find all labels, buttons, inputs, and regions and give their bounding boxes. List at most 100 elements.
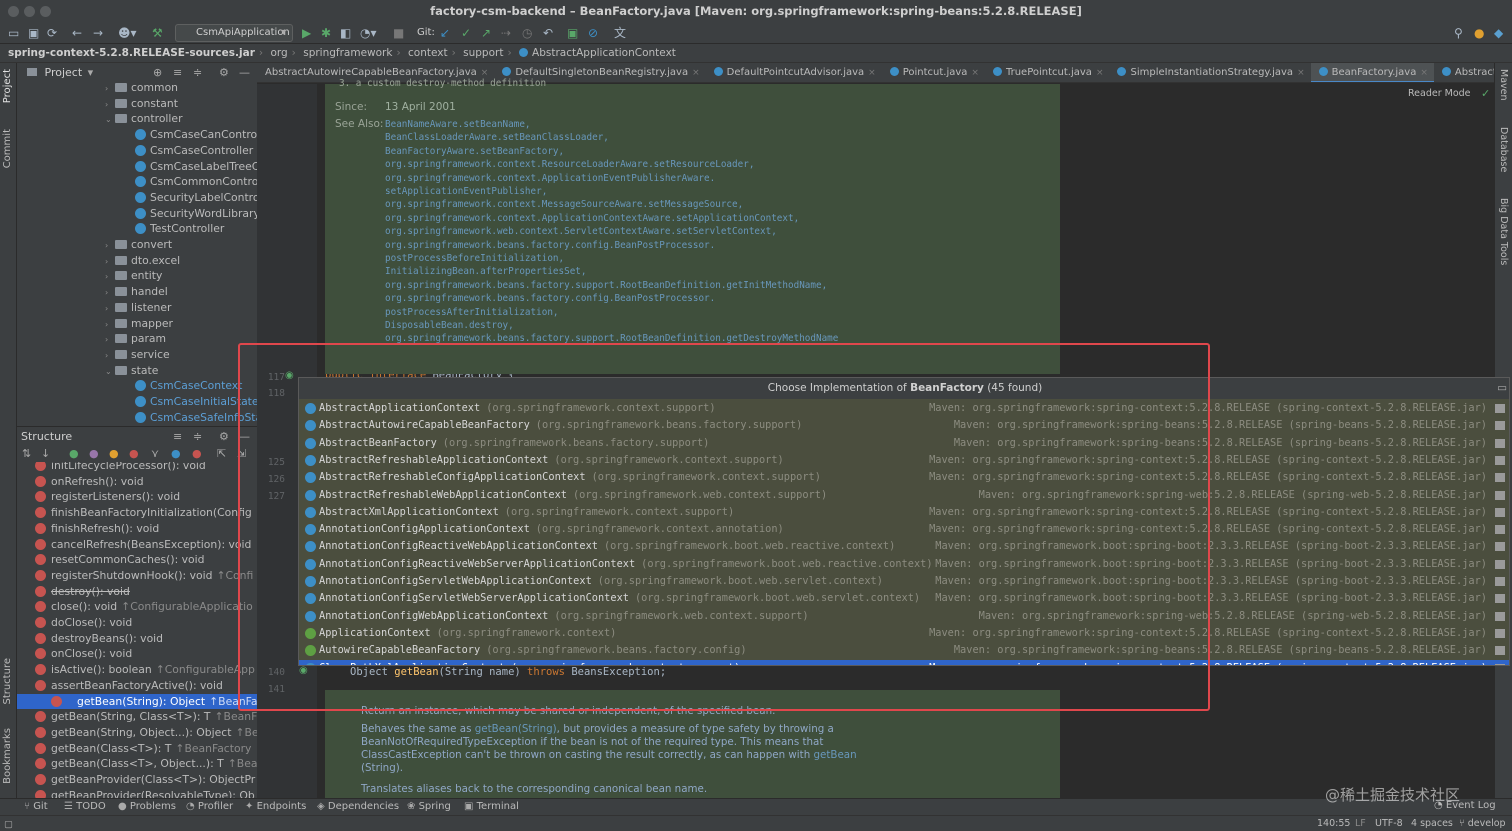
editor-tab[interactable]: AbstractApplicationContext.java× <box>1434 63 1494 82</box>
javadoc-see-also-link[interactable]: org.springframework.beans.factory.config… <box>385 240 715 251</box>
structure-item[interactable]: getBean(String, Object...): Object ↑Be <box>35 725 257 741</box>
project-tree-item[interactable]: ⌄ state <box>105 363 158 379</box>
structure-item[interactable]: registerShutdownHook(): void ↑Confi <box>35 568 253 584</box>
maven-tool-tab[interactable]: Maven <box>1498 69 1509 101</box>
git-commit-icon[interactable]: ✓ <box>461 26 471 40</box>
minimize-window-icon[interactable] <box>24 6 35 17</box>
project-panel-title[interactable]: Project <box>45 66 83 79</box>
caret-position[interactable]: 140:55 <box>1317 816 1350 831</box>
project-tree-item[interactable]: › common <box>105 83 178 96</box>
structure-item[interactable]: getBeanProvider(Class<T>): ObjectPr <box>35 772 255 788</box>
indent-setting[interactable]: 4 spaces <box>1411 816 1453 831</box>
chevron-right-icon[interactable]: › <box>105 254 115 270</box>
collapse-all-icon[interactable]: ≑ <box>193 63 202 83</box>
no-entry-icon[interactable]: ⊘ <box>588 26 598 40</box>
structure-item[interactable]: getBean(Class<T>, Object...): T ↑Bea <box>35 756 257 772</box>
coverage-icon[interactable]: ◧ <box>340 26 351 40</box>
javadoc-see-also-link[interactable]: BeanClassLoaderAware.setBeanClassLoader, <box>385 132 609 143</box>
filter-icon[interactable]: ⋎ <box>151 447 159 460</box>
structure-item[interactable]: getBean(String): Object↑BeanFactor <box>17 693 257 710</box>
bottom-tool-todo[interactable]: ☰ TODO <box>64 799 106 815</box>
user-icon[interactable]: ☻▾ <box>118 26 137 40</box>
chevron-right-icon[interactable]: › <box>105 269 115 285</box>
back-icon[interactable]: ← <box>72 26 82 40</box>
expand-all-icon[interactable]: ≡ <box>173 63 182 83</box>
project-tree-item[interactable]: › listener <box>105 300 171 316</box>
bottom-tool-terminal[interactable]: ▣ Terminal <box>464 799 519 815</box>
structure-item[interactable]: onRefresh(): void <box>35 474 144 490</box>
project-tree-item[interactable]: CsmCaseCanControlle <box>135 127 257 143</box>
javadoc-see-also-link[interactable]: org.springframework.context.ApplicationE… <box>385 173 715 184</box>
line-separator[interactable]: LF <box>1355 816 1366 831</box>
chevron-right-icon[interactable]: › <box>105 238 115 254</box>
structure-item[interactable]: onClose(): void <box>35 646 132 662</box>
maximize-window-icon[interactable] <box>40 6 51 17</box>
sort-visibility-icon[interactable]: ⇅ <box>22 447 31 460</box>
save-icon[interactable]: ▣ <box>28 26 39 40</box>
git-push-icon[interactable]: ↗ <box>481 26 491 40</box>
close-tab-icon[interactable]: × <box>971 68 979 78</box>
structure-item[interactable]: close(): void ↑ConfigurableApplicatio <box>35 599 253 615</box>
hide-panel-icon[interactable]: — <box>239 63 250 83</box>
breadcrumb-springframework[interactable]: springframework <box>303 47 392 59</box>
debug-icon[interactable]: ✱ <box>321 26 331 40</box>
toggle-tool-windows-icon[interactable]: ▢ <box>4 817 13 831</box>
project-tool-tab[interactable]: Project <box>2 69 13 103</box>
breadcrumb-org[interactable]: org <box>270 47 287 59</box>
javadoc-see-also-link[interactable]: org.springframework.context.ApplicationC… <box>385 213 799 224</box>
javadoc-see-also-link[interactable]: setApplicationEventPublisher, <box>385 186 547 197</box>
structure-item[interactable]: finishBeanFactoryInitialization(Config <box>35 505 252 521</box>
bottom-tool-dependencies[interactable]: ◈ Dependencies <box>317 799 399 815</box>
project-tree-item[interactable]: TestController <box>135 221 224 237</box>
bookmarks-tool-tab[interactable]: Bookmarks <box>2 728 13 784</box>
sort-alpha-icon[interactable]: ↓ <box>41 447 50 460</box>
bottom-tool-spring[interactable]: ❀ Spring <box>407 799 451 815</box>
stop-icon[interactable]: ■ <box>393 26 404 40</box>
chevron-right-icon[interactable]: › <box>105 83 115 97</box>
project-tree-item[interactable]: CsmCaseContext <box>135 378 242 394</box>
structure-item[interactable]: cancelRefresh(BeansException): void <box>35 537 251 553</box>
chevron-right-icon[interactable]: › <box>105 317 115 333</box>
project-tree-item[interactable]: › service <box>105 347 170 363</box>
structure-item[interactable]: initLifecycleProcessor(): void <box>35 462 206 474</box>
editor-tab[interactable]: Pointcut.java × <box>882 63 985 82</box>
bottom-tool-git[interactable]: ⑂ Git <box>24 799 48 815</box>
close-tab-icon[interactable]: × <box>868 68 876 78</box>
chevron-right-icon[interactable]: › <box>105 332 115 348</box>
breadcrumb-jar[interactable]: spring-context-5.2.8.RELEASE-sources.jar <box>8 47 255 59</box>
history-icon[interactable]: ◷ <box>522 26 532 40</box>
project-tree-item[interactable]: › mapper <box>105 316 173 332</box>
javadoc-see-also-link[interactable]: org.springframework.context.MessageSourc… <box>385 199 743 210</box>
structure-item[interactable]: getBean(String, Class<T>): T ↑BeanF <box>35 709 257 725</box>
chevron-right-icon[interactable]: › <box>105 301 115 317</box>
rollback-icon[interactable]: ↶ <box>543 26 553 40</box>
show-nonpublic-icon[interactable]: ● <box>129 447 139 460</box>
git-branch[interactable]: ⑂ develop <box>1459 816 1506 831</box>
javadoc-see-also-link[interactable]: postProcessAfterInitialization, <box>385 307 559 318</box>
close-window-icon[interactable] <box>8 6 19 17</box>
gear-icon[interactable]: ⚙ <box>219 427 229 447</box>
javadoc-link[interactable]: getBean <box>814 749 857 761</box>
structure-item[interactable]: registerListeners(): void <box>35 489 180 505</box>
project-tree-item[interactable]: › handel <box>105 284 168 300</box>
structure-item[interactable]: resetCommonCaches(): void <box>35 552 205 568</box>
expand-all-icon[interactable]: ≡ <box>173 427 182 447</box>
project-tree-item[interactable]: CsmCaseLabelTreeCo <box>135 159 257 175</box>
database-tool-tab[interactable]: Database <box>1498 127 1509 172</box>
close-tab-icon[interactable]: × <box>481 68 489 78</box>
autoscroll-to-source-icon[interactable]: ⇱ <box>217 447 226 460</box>
commit-tool-tab[interactable]: Commit <box>2 129 13 168</box>
structure-item[interactable]: destroy(): void <box>35 584 130 600</box>
bottom-tool-endpoints[interactable]: ✦ Endpoints <box>245 799 306 815</box>
search-icon[interactable]: ⚲ <box>1454 26 1463 40</box>
run-icon[interactable]: ▶ <box>302 26 311 40</box>
show-properties-icon[interactable]: ● <box>89 447 99 460</box>
chevron-down-icon[interactable]: ⌄ <box>105 112 115 128</box>
javadoc-see-also-link[interactable]: org.springframework.beans.factory.suppor… <box>385 280 827 291</box>
javadoc-see-also-link[interactable]: InitializingBean.afterPropertiesSet, <box>385 266 587 277</box>
show-anonymous-icon[interactable]: ● <box>171 447 181 460</box>
structure-tool-tab[interactable]: Structure <box>2 658 13 705</box>
structure-item[interactable]: isActive(): boolean ↑ConfigurableApp <box>35 662 255 678</box>
project-tree-item[interactable]: SecurityLabelControlle <box>135 190 257 206</box>
project-tree-item[interactable]: CsmCommonControlle <box>135 174 257 190</box>
